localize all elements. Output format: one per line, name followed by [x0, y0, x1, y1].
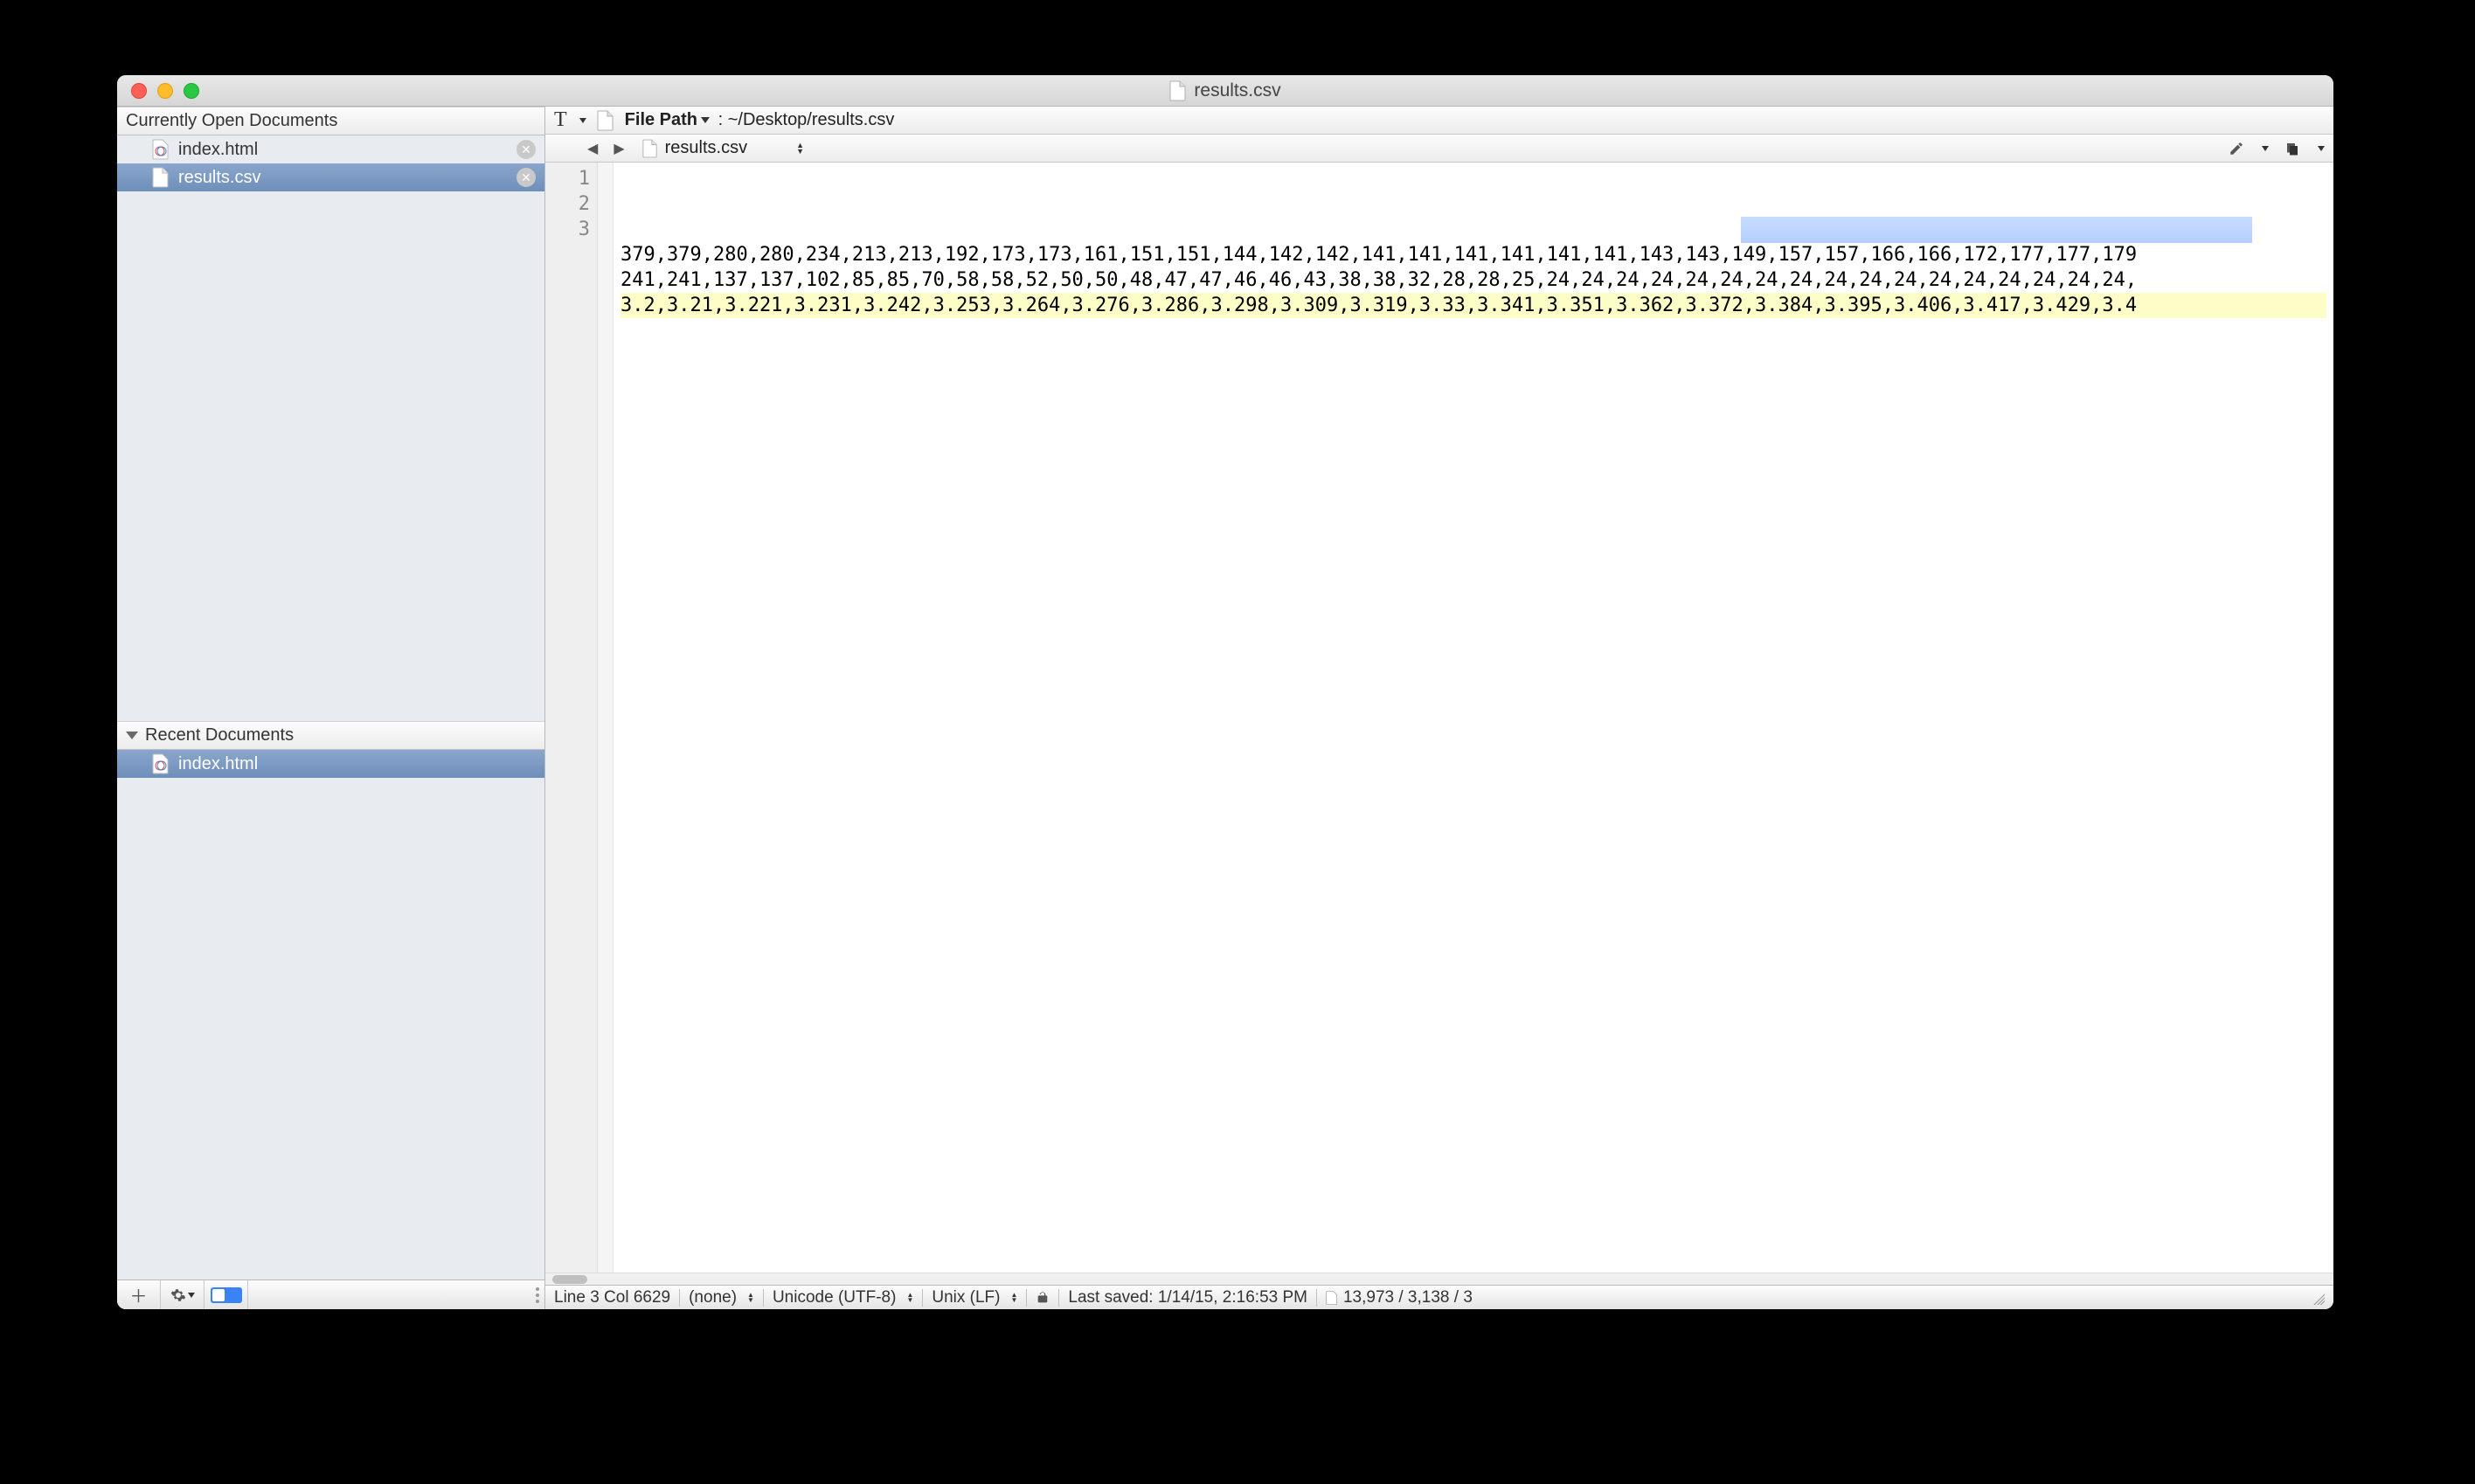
recent-documents-header[interactable]: Recent Documents — [117, 721, 544, 750]
last-saved-label: Last saved: 1/14/15, 2:16:53 PM — [1068, 1288, 1307, 1307]
body-area: Currently Open Documents index.html ✕ re… — [117, 107, 2333, 1309]
file-icon — [152, 167, 170, 188]
line-ending-selector[interactable]: Unix (LF) ▲▼ — [932, 1288, 1017, 1307]
doc-label: index.html — [178, 140, 258, 160]
nav-arrows: ◀ ▶ — [587, 140, 625, 157]
line-number: 2 — [545, 191, 590, 217]
disclosure-triangle-icon — [126, 732, 138, 739]
toolbar-row-2: ◀ ▶ results.csv ▲▼ — [545, 135, 2333, 163]
document-stats[interactable]: 13,973 / 3,138 / 3 — [1326, 1288, 1473, 1307]
divider — [1026, 1289, 1027, 1307]
titlebar[interactable]: results.csv — [117, 75, 2333, 107]
nav-forward-button[interactable]: ▶ — [614, 140, 624, 157]
divider — [1058, 1289, 1059, 1307]
minimize-window-button[interactable] — [157, 83, 173, 99]
window-resize-handle[interactable] — [2311, 1291, 2325, 1305]
sidebar-footer: ＋ — [117, 1279, 544, 1309]
sidebar-toggle-button[interactable] — [205, 1280, 248, 1309]
cursor-position-label: Line 3 Col 6629 — [554, 1288, 670, 1307]
breadcrumb-file[interactable]: results.csv ▲▼ — [642, 138, 804, 158]
stepper-icon[interactable]: ▲▼ — [796, 142, 804, 155]
text-style-button[interactable]: T — [554, 108, 567, 132]
html-file-icon — [152, 753, 170, 774]
encoding-selector[interactable]: Unicode (UTF-8) ▲▼ — [773, 1288, 913, 1307]
line-number: 1 — [545, 166, 590, 191]
stepper-icon: ▲▼ — [747, 1293, 754, 1303]
horizontal-scrollbar[interactable] — [545, 1272, 2333, 1285]
encoding-label: Unicode (UTF-8) — [773, 1288, 896, 1307]
file-path-prefix: File Path — [625, 110, 697, 129]
stepper-icon: ▲▼ — [1010, 1293, 1017, 1303]
edit-pencil-button[interactable] — [2229, 141, 2244, 156]
sidebar: Currently Open Documents index.html ✕ re… — [117, 107, 545, 1309]
window-title: results.csv — [1194, 80, 1280, 101]
code-line: 241,241,137,137,102,85,85,70,58,58,52,50… — [620, 267, 2326, 293]
line-number: 3 — [545, 217, 590, 242]
toolbar-right — [2229, 141, 2325, 156]
doc-label: results.csv — [178, 168, 260, 188]
last-saved: Last saved: 1/14/15, 2:16:53 PM — [1068, 1288, 1307, 1307]
nav-back-button[interactable]: ◀ — [587, 140, 598, 157]
chevron-down-icon — [579, 118, 586, 123]
code-line: 3.2,3.21,3.221,3.231,3.242,3.253,3.264,3… — [620, 293, 2326, 318]
recent-doc-item[interactable]: index.html — [117, 750, 544, 778]
new-file-button[interactable] — [597, 110, 614, 131]
editor-area: T File Path : ~/Desktop/results.csv ◀ ▶ — [545, 107, 2333, 1309]
doc-label: index.html — [178, 754, 258, 774]
open-doc-item[interactable]: index.html ✕ — [117, 135, 544, 163]
settings-gear-button[interactable] — [161, 1280, 205, 1309]
close-window-button[interactable] — [131, 83, 147, 99]
open-doc-item[interactable]: results.csv ✕ — [117, 163, 544, 191]
divider — [1316, 1289, 1317, 1307]
open-documents-list: index.html ✕ results.csv ✕ — [117, 135, 544, 191]
recent-documents-list: index.html — [117, 750, 544, 1279]
file-icon — [1169, 80, 1187, 101]
toggle-icon — [211, 1287, 242, 1303]
divider — [679, 1289, 680, 1307]
file-icon — [642, 139, 658, 158]
traffic-lights — [131, 83, 199, 99]
statusbar: Line 3 Col 6629 (none) ▲▼ Unicode (UTF-8)… — [545, 1285, 2333, 1309]
sidebar-resize-handle[interactable] — [536, 1287, 539, 1303]
code-line: 379,379,280,280,234,213,213,192,173,173,… — [620, 242, 2326, 267]
app-window: results.csv Currently Open Documents ind… — [117, 75, 2333, 1309]
chevron-down-icon — [188, 1293, 195, 1298]
toolbar-row-1: T File Path : ~/Desktop/results.csv — [545, 107, 2333, 135]
file-path-sep: : — [713, 110, 728, 129]
html-file-icon — [152, 139, 170, 160]
line-ending-label: Unix (LF) — [932, 1288, 1000, 1307]
document-stats-label: 13,973 / 3,138 / 3 — [1343, 1288, 1473, 1307]
language-selector[interactable]: (none) ▲▼ — [689, 1288, 754, 1307]
gear-icon — [170, 1287, 186, 1303]
text-selection — [1741, 217, 2252, 243]
breadcrumb-file-label: results.csv — [665, 138, 747, 158]
stepper-icon: ▲▼ — [906, 1293, 913, 1303]
close-doc-button[interactable]: ✕ — [516, 168, 536, 187]
fold-gutter[interactable] — [598, 163, 614, 1272]
chevron-down-icon — [2262, 146, 2269, 151]
code-area[interactable]: 379,379,280,280,234,213,213,192,173,173,… — [614, 163, 2333, 1272]
copy-stack-button[interactable] — [2284, 141, 2300, 156]
sidebar-spacer — [117, 191, 544, 721]
cursor-position[interactable]: Line 3 Col 6629 — [554, 1288, 670, 1307]
divider — [922, 1289, 923, 1307]
chevron-down-icon — [2318, 146, 2325, 151]
chevron-down-icon — [701, 117, 710, 123]
editor-body: 1 2 3 379,379,280,280,234,213,213,192,17… — [545, 163, 2333, 1272]
close-doc-button[interactable]: ✕ — [516, 140, 536, 159]
open-documents-header[interactable]: Currently Open Documents — [117, 107, 544, 135]
line-number-gutter[interactable]: 1 2 3 — [545, 163, 598, 1272]
language-label: (none) — [689, 1288, 737, 1307]
file-path-breadcrumb[interactable]: File Path : ~/Desktop/results.csv — [625, 110, 895, 130]
section-label: Recent Documents — [145, 725, 294, 745]
file-icon — [1326, 1290, 1338, 1306]
file-path-value: ~/Desktop/results.csv — [728, 110, 895, 129]
zoom-window-button[interactable] — [184, 83, 199, 99]
section-label: Currently Open Documents — [126, 111, 337, 131]
unlock-icon — [1036, 1291, 1050, 1305]
lock-toggle[interactable] — [1036, 1291, 1050, 1305]
scrollbar-thumb[interactable] — [552, 1275, 587, 1284]
add-button[interactable]: ＋ — [117, 1280, 161, 1309]
divider — [763, 1289, 764, 1307]
